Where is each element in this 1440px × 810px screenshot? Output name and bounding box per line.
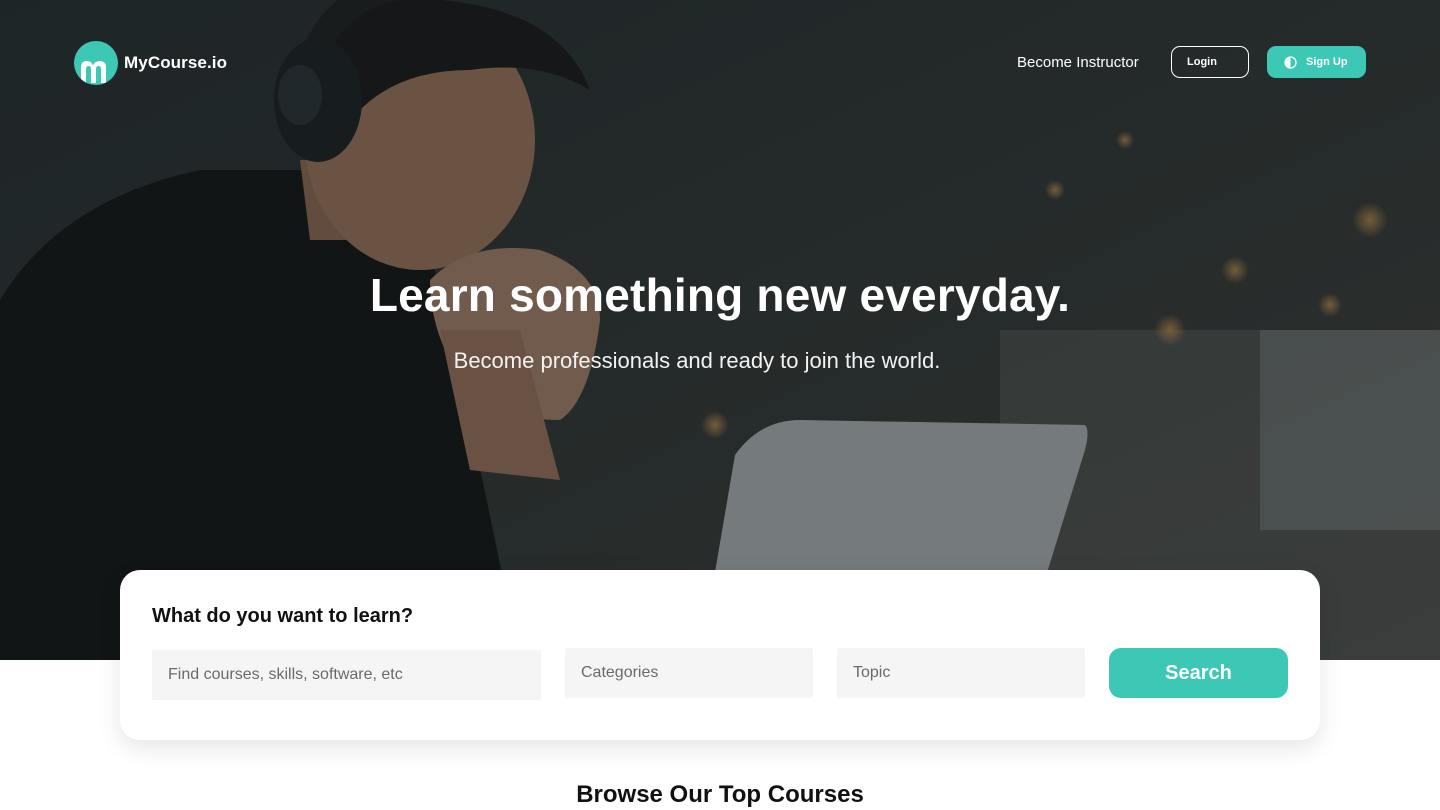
categories-select[interactable]: Categories [565,648,813,698]
topic-select[interactable]: Topic [837,648,1085,698]
hero-subtitle: Become professionals and ready to join t… [453,348,941,373]
search-card: What do you want to learn? Categories To… [120,570,1320,740]
search-heading: What do you want to learn? [152,605,414,627]
login-button-label: Login [1187,56,1217,68]
signup-button[interactable]: Sign Up [1267,46,1366,78]
m-logo-icon [74,41,118,85]
login-button[interactable]: Login [1171,46,1249,78]
brand[interactable]: MyCourse.io [74,41,227,85]
search-button[interactable]: Search [1109,648,1288,698]
half-circle-icon [1284,55,1297,69]
search-input[interactable] [152,650,541,700]
topic-select-label: Topic [853,664,891,681]
brand-name: MyCourse.io [124,53,228,72]
categories-select-label: Categories [581,664,659,681]
signup-button-label: Sign Up [1306,56,1348,68]
search-button-label: Search [1165,661,1232,684]
section-title: Browse Our Top Courses [576,781,864,808]
hero-title: Learn something new everyday. [369,269,1071,321]
navbar: MyCourse.io Become Instructor Login Sign… [0,0,1440,125]
become-instructor-link[interactable]: Become Instructor [1017,52,1139,74]
hero-section: MyCourse.io Become Instructor Login Sign… [0,0,1440,660]
